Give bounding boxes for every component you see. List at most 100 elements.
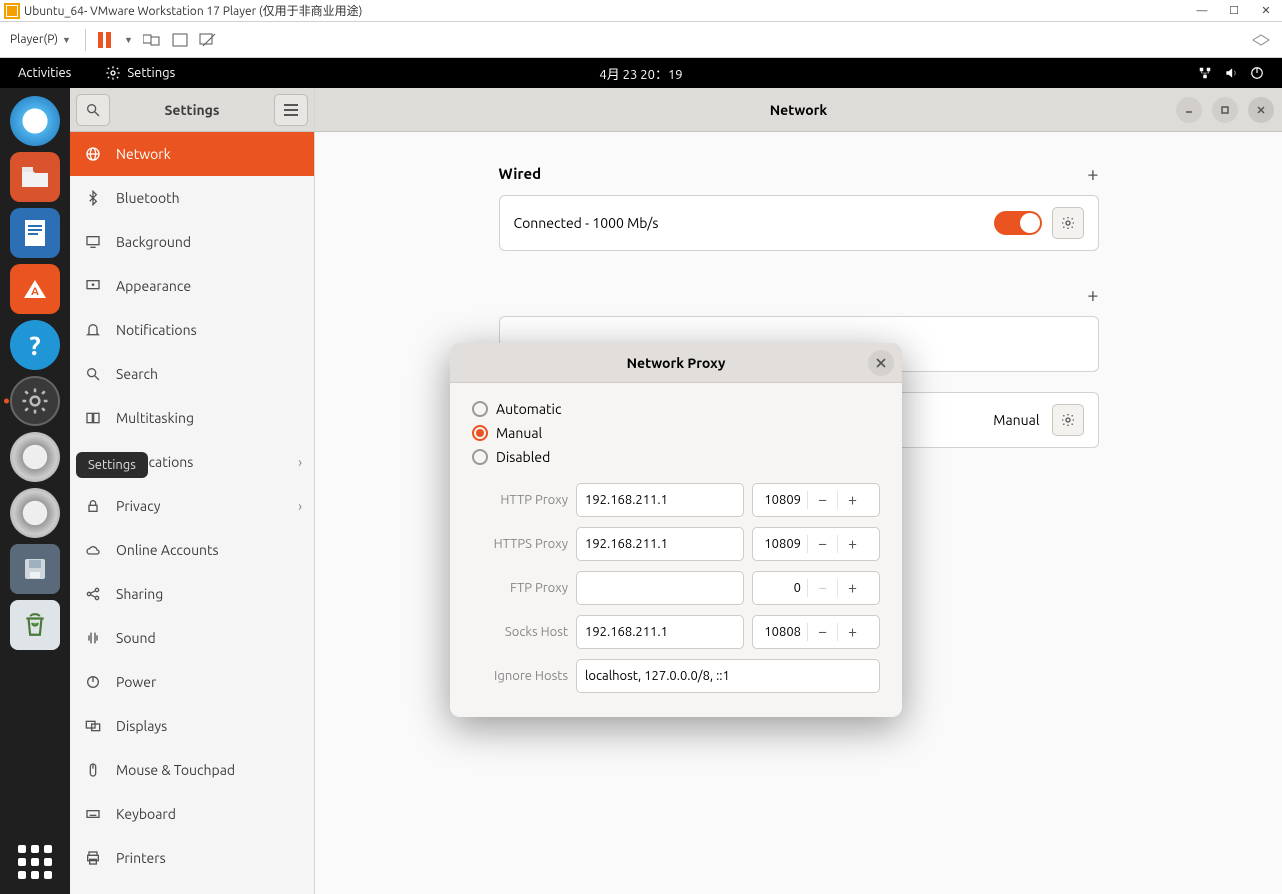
ignore-hosts-label: Ignore Hosts bbox=[472, 669, 568, 683]
wired-toggle[interactable] bbox=[994, 211, 1042, 235]
system-status-area[interactable] bbox=[1198, 66, 1264, 80]
dock-help[interactable]: ? bbox=[10, 320, 60, 370]
sidebar-item-notifications[interactable]: Notifications bbox=[70, 308, 314, 352]
network-proxy-dialog: Network Proxy Automatic Manual Disabled … bbox=[450, 343, 902, 717]
send-ctrl-alt-del-icon[interactable] bbox=[143, 31, 161, 49]
add-wired-button[interactable]: + bbox=[1087, 162, 1098, 185]
player-menu-button[interactable]: Player(P)▼ bbox=[6, 31, 75, 48]
pause-icon[interactable] bbox=[96, 31, 114, 49]
sidebar-item-appearance[interactable]: Appearance bbox=[70, 264, 314, 308]
dock-disk[interactable] bbox=[10, 544, 60, 594]
sidebar-item-online-accounts[interactable]: Online Accounts bbox=[70, 528, 314, 572]
keyboard-icon bbox=[84, 805, 102, 823]
port-decrement-button[interactable]: − bbox=[807, 491, 837, 509]
guest-screen: Activities Settings 4月 23 20：19 A ? bbox=[0, 58, 1282, 894]
port-increment-button[interactable]: + bbox=[837, 623, 867, 641]
sidebar-item-search[interactable]: Search bbox=[70, 352, 314, 396]
vmware-logo-icon bbox=[4, 3, 20, 19]
dock-writer[interactable] bbox=[10, 208, 60, 258]
chevron-right-icon: › bbox=[298, 498, 302, 514]
dock: A ? bbox=[0, 88, 70, 894]
topbar-clock[interactable]: 4月 23 20：19 bbox=[599, 64, 682, 83]
dock-settings[interactable] bbox=[10, 376, 60, 426]
dialog-title: Network Proxy bbox=[627, 355, 726, 371]
window-controls bbox=[1176, 97, 1274, 123]
ftp-proxy-port-input[interactable] bbox=[753, 581, 807, 595]
sidebar-item-label: Background bbox=[116, 234, 191, 250]
port-decrement-button[interactable]: − bbox=[807, 535, 837, 553]
topbar-app-menu[interactable]: Settings bbox=[105, 65, 175, 81]
activities-button[interactable]: Activities bbox=[18, 66, 71, 80]
separator bbox=[85, 29, 86, 51]
dock-files[interactable] bbox=[10, 152, 60, 202]
ftp-proxy-port: − + bbox=[752, 571, 880, 605]
sidebar-item-network[interactable]: Network bbox=[70, 132, 314, 176]
fullscreen-icon[interactable] bbox=[171, 31, 189, 49]
close-button[interactable] bbox=[1248, 97, 1274, 123]
close-icon bbox=[876, 358, 886, 368]
sidebar-search-button[interactable] bbox=[76, 94, 110, 126]
sidebar-item-sharing[interactable]: Sharing bbox=[70, 572, 314, 616]
port-increment-button[interactable]: + bbox=[837, 535, 867, 553]
dock-disc2[interactable] bbox=[10, 488, 60, 538]
wired-settings-button[interactable] bbox=[1052, 207, 1084, 239]
dock-software[interactable]: A bbox=[10, 264, 60, 314]
sidebar-item-privacy[interactable]: Privacy › bbox=[70, 484, 314, 528]
socks-host-input[interactable] bbox=[576, 615, 744, 649]
unity-icon[interactable] bbox=[199, 31, 217, 49]
https-proxy-port: − + bbox=[752, 527, 880, 561]
maximize-button[interactable] bbox=[1212, 97, 1238, 123]
power-icon bbox=[1250, 66, 1264, 80]
port-decrement-button[interactable]: − bbox=[807, 579, 837, 597]
ignore-hosts-row: Ignore Hosts bbox=[472, 659, 880, 693]
radio-automatic[interactable]: Automatic bbox=[472, 401, 880, 417]
host-close-button[interactable]: ✕ bbox=[1250, 0, 1282, 22]
ftp-proxy-host-input[interactable] bbox=[576, 571, 744, 605]
dialog-close-button[interactable] bbox=[868, 350, 894, 376]
power-dropdown[interactable]: ▼ bbox=[124, 35, 133, 45]
ignore-hosts-input[interactable] bbox=[576, 659, 880, 693]
https-proxy-host-input[interactable] bbox=[576, 527, 744, 561]
show-applications-button[interactable] bbox=[17, 844, 53, 880]
wired-status: Connected - 1000 Mb/s bbox=[514, 215, 994, 231]
sidebar-item-sound[interactable]: Sound bbox=[70, 616, 314, 660]
radio-disabled[interactable]: Disabled bbox=[472, 449, 880, 465]
socks-port-input[interactable] bbox=[753, 625, 807, 639]
https-proxy-port-input[interactable] bbox=[753, 537, 807, 551]
port-decrement-button[interactable]: − bbox=[807, 623, 837, 641]
sidebar-item-mouse-touchpad[interactable]: Mouse & Touchpad bbox=[70, 748, 314, 792]
http-proxy-port-input[interactable] bbox=[753, 493, 807, 507]
host-maximize-button[interactable]: ☐ bbox=[1218, 0, 1250, 22]
add-vpn-button[interactable]: + bbox=[1087, 283, 1098, 306]
sidebar-menu-button[interactable] bbox=[274, 94, 308, 126]
host-minimize-button[interactable]: — bbox=[1186, 0, 1218, 22]
proxy-settings-button[interactable] bbox=[1052, 404, 1084, 436]
sidebar-item-keyboard[interactable]: Keyboard bbox=[70, 792, 314, 836]
dialog-body: Automatic Manual Disabled HTTP Proxy − +… bbox=[450, 383, 902, 717]
http-proxy-host-input[interactable] bbox=[576, 483, 744, 517]
volume-icon bbox=[1224, 66, 1238, 80]
sidebar-item-label: Displays bbox=[116, 718, 167, 734]
sidebar-item-label: Privacy bbox=[116, 498, 160, 514]
sidebar-item-label: Network bbox=[116, 146, 171, 162]
sidebar-item-multitasking[interactable]: Multitasking bbox=[70, 396, 314, 440]
sidebar-item-displays[interactable]: Displays bbox=[70, 704, 314, 748]
dock-disc1[interactable] bbox=[10, 432, 60, 482]
radio-manual[interactable]: Manual bbox=[472, 425, 880, 441]
cycle-icon[interactable] bbox=[1252, 31, 1270, 49]
cloud-icon bbox=[84, 541, 102, 559]
radio-label: Disabled bbox=[496, 449, 550, 465]
dock-trash[interactable] bbox=[10, 600, 60, 650]
sidebar-item-printers[interactable]: Printers bbox=[70, 836, 314, 880]
port-increment-button[interactable]: + bbox=[837, 579, 867, 597]
gear-icon bbox=[1060, 412, 1076, 428]
sidebar-item-background[interactable]: Background bbox=[70, 220, 314, 264]
network-icon bbox=[1198, 66, 1212, 80]
vmware-toolbar: Player(P)▼ ▼ bbox=[0, 22, 1282, 58]
sidebar-item-power[interactable]: Power bbox=[70, 660, 314, 704]
radio-icon bbox=[472, 425, 488, 441]
minimize-button[interactable] bbox=[1176, 97, 1202, 123]
dock-chromium[interactable] bbox=[10, 96, 60, 146]
sidebar-item-bluetooth[interactable]: Bluetooth bbox=[70, 176, 314, 220]
port-increment-button[interactable]: + bbox=[837, 491, 867, 509]
